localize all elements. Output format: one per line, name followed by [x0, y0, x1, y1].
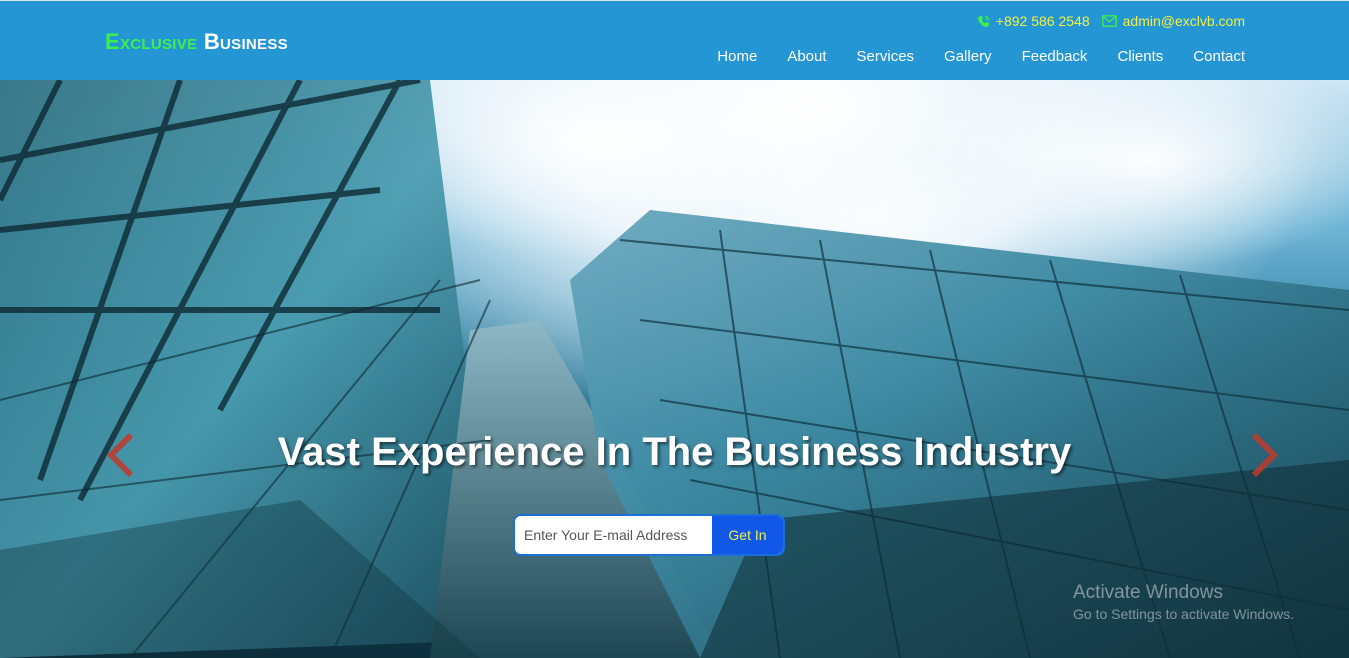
email-contact[interactable]: admin@exclvb.com — [1101, 13, 1245, 29]
hero-title: Vast Experience In The Business Industry — [277, 430, 1072, 474]
brand-word-2: Business — [203, 29, 288, 54]
email-input[interactable] — [515, 516, 712, 554]
get-in-button[interactable]: Get In — [712, 516, 783, 554]
nav-home[interactable]: Home — [717, 48, 757, 65]
nav-gallery[interactable]: Gallery — [944, 48, 992, 65]
email-signup-form: Get In — [513, 514, 785, 556]
nav-contact[interactable]: Contact — [1193, 48, 1245, 65]
chevron-left-icon — [106, 432, 134, 478]
envelope-icon — [1101, 15, 1117, 27]
watermark-line-1: Activate Windows — [1073, 582, 1223, 603]
chevron-right-icon — [1251, 432, 1279, 478]
phone-number: +892 586 2548 — [995, 13, 1090, 29]
contact-bar: +892 586 2548 admin@exclvb.com — [977, 13, 1245, 29]
phone-contact[interactable]: +892 586 2548 — [977, 13, 1090, 29]
email-address: admin@exclvb.com — [1122, 13, 1245, 29]
slider-prev-button[interactable] — [105, 432, 135, 478]
main-nav: Home About Services Gallery Feedback Cli… — [717, 48, 1245, 65]
nav-services[interactable]: Services — [857, 48, 915, 65]
slider-next-button[interactable] — [1250, 432, 1280, 478]
hero-background-image — [0, 80, 1349, 658]
brand-logo[interactable]: Exclusive Business — [105, 29, 288, 55]
nav-clients[interactable]: Clients — [1117, 48, 1163, 65]
site-header: Exclusive Business +892 586 2548 admin@e… — [0, 0, 1349, 80]
hero-slider: Vast Experience In The Business Industry… — [0, 80, 1349, 658]
activate-windows-watermark: Activate Windows Go to Settings to activ… — [1073, 582, 1294, 622]
phone-icon — [977, 15, 990, 28]
nav-about[interactable]: About — [787, 48, 826, 65]
nav-feedback[interactable]: Feedback — [1022, 48, 1088, 65]
brand-word-1: Exclusive — [105, 29, 198, 54]
watermark-line-2: Go to Settings to activate Windows. — [1073, 606, 1294, 622]
